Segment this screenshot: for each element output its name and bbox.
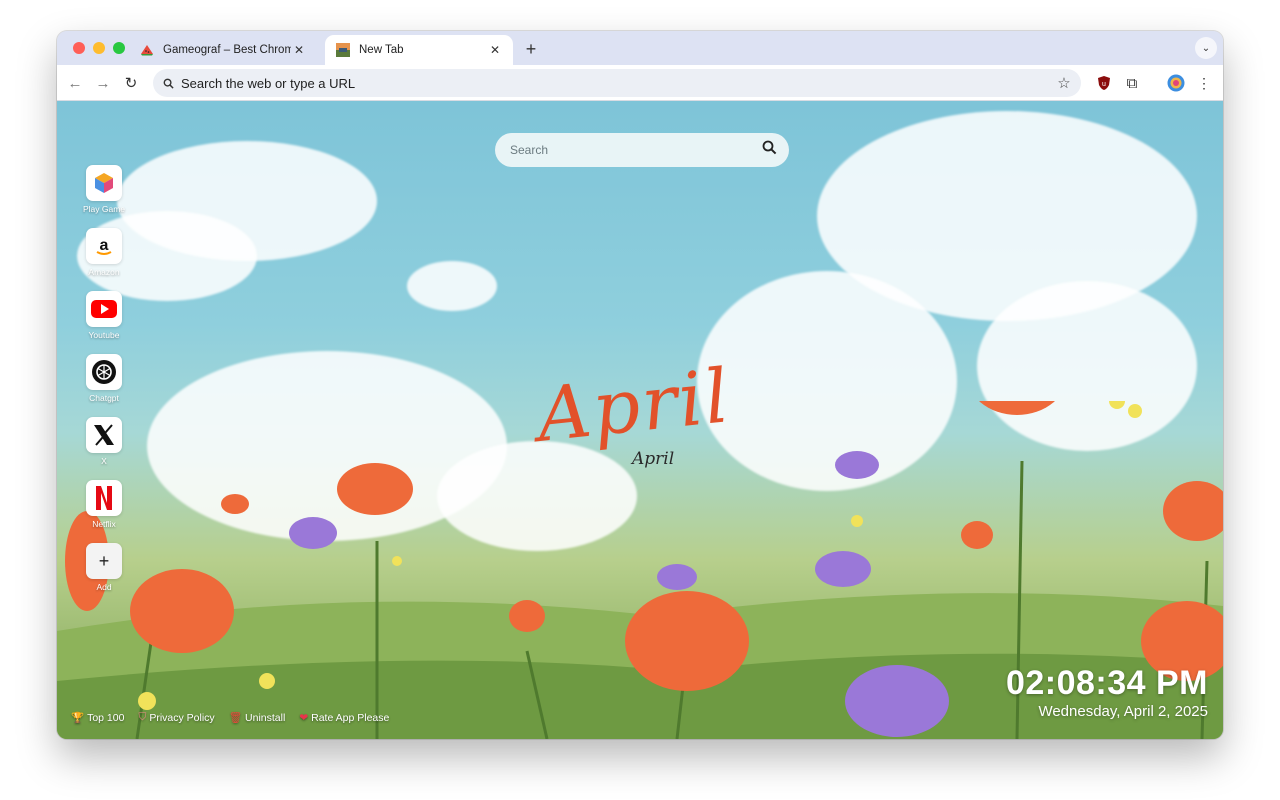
- shortcut-add[interactable]: + Add: [81, 543, 127, 606]
- footer-link-label: Privacy Policy: [149, 711, 215, 724]
- svg-text:a: a: [100, 237, 109, 254]
- profile-avatar[interactable]: [1165, 72, 1187, 94]
- shortcut-label: Amazon: [88, 267, 120, 277]
- footer-link-rate-app[interactable]: ❤ Rate App Please: [299, 711, 389, 724]
- shortcut-label: X: [101, 456, 107, 466]
- shortcut-list: Play Game a Amazon Youtube Chatgpt X Net…: [81, 165, 127, 606]
- tab-title: Gameograf – Best Chrome Lit: [163, 44, 291, 56]
- cube-icon: [86, 165, 122, 201]
- tab-new-tab[interactable]: New Tab ✕: [325, 35, 513, 65]
- reload-button[interactable]: ↻: [119, 71, 143, 95]
- shortcut-chatgpt[interactable]: Chatgpt: [81, 354, 127, 417]
- chevron-down-icon: ⌄: [1201, 42, 1211, 54]
- shortcut-label: Chatgpt: [89, 393, 119, 403]
- new-tab-button[interactable]: +: [519, 37, 543, 61]
- new-tab-page: Play Game a Amazon Youtube Chatgpt: [57, 101, 1223, 739]
- search-icon: [155, 70, 181, 96]
- bookmark-star-icon[interactable]: ☆: [1051, 70, 1077, 96]
- maximize-window-button[interactable]: [113, 42, 125, 54]
- plus-icon: +: [86, 543, 122, 579]
- address-input[interactable]: [181, 75, 1051, 91]
- footer-link-label: Uninstall: [245, 711, 286, 724]
- trash-icon: 🗑: [228, 712, 243, 724]
- shortcut-label: Youtube: [88, 330, 120, 340]
- amazon-icon: a: [86, 228, 122, 264]
- close-icon[interactable]: ✕: [291, 42, 307, 58]
- search-bar[interactable]: [495, 133, 789, 167]
- tab-strip: Gameograf – Best Chrome Lit ✕ New Tab ✕ …: [57, 31, 1223, 65]
- tab-title: New Tab: [359, 44, 404, 56]
- menu-kebab-icon[interactable]: ⋮: [1193, 72, 1215, 94]
- arrow-left-icon: ←: [67, 74, 83, 92]
- footer-link-top-100[interactable]: 🏆 Top 100: [71, 711, 125, 725]
- landscape-icon: [335, 42, 351, 58]
- shield-icon: ⛉: [138, 711, 147, 723]
- svg-text:u: u: [1102, 81, 1106, 88]
- search-input[interactable]: [510, 143, 762, 157]
- x-icon: [86, 417, 122, 453]
- clock-widget: 02:08:34 PM Wednesday, April 2, 2025: [1006, 663, 1208, 721]
- shortcut-play-game[interactable]: Play Game: [81, 165, 127, 228]
- youtube-icon: [86, 291, 122, 327]
- cloud-decoration: [407, 261, 497, 311]
- footer-links: 🏆 Top 100 ⛉ Privacy Policy 🗑 Uninstall ❤…: [71, 711, 389, 724]
- shortcut-amazon[interactable]: a Amazon: [81, 228, 127, 291]
- window-controls: [73, 42, 125, 54]
- shortcut-netflix[interactable]: Netflix: [81, 480, 127, 543]
- trophy-icon: 🏆: [71, 712, 85, 724]
- arrow-right-icon: →: [95, 74, 111, 92]
- clock-date: Wednesday, April 2, 2025: [1038, 703, 1208, 720]
- ublock-extension-icon[interactable]: u: [1093, 72, 1115, 94]
- minimize-window-button[interactable]: [93, 42, 105, 54]
- shortcut-label: Add: [96, 582, 112, 592]
- close-icon[interactable]: ✕: [487, 42, 503, 58]
- browser-window: Gameograf – Best Chrome Lit ✕ New Tab ✕ …: [57, 31, 1223, 739]
- tab-gameograf[interactable]: Gameograf – Best Chrome Lit ✕: [129, 35, 317, 65]
- search-icon[interactable]: [762, 140, 777, 160]
- forward-button[interactable]: →: [91, 71, 115, 95]
- footer-link-label: Rate App Please: [311, 711, 390, 724]
- browser-toolbar: ← → ↻ ☆ u ⧉ ⋮: [57, 65, 1223, 101]
- extensions-puzzle-icon[interactable]: ⧉: [1121, 72, 1143, 94]
- footer-link-uninstall[interactable]: 🗑 Uninstall: [228, 711, 286, 725]
- back-button[interactable]: ←: [63, 71, 87, 95]
- heart-icon: ❤: [299, 711, 309, 724]
- footer-link-privacy-policy[interactable]: ⛉ Privacy Policy: [138, 711, 214, 724]
- watermelon-icon: [139, 42, 155, 58]
- footer-link-label: Top 100: [87, 711, 125, 724]
- shortcut-youtube[interactable]: Youtube: [81, 291, 127, 354]
- address-bar[interactable]: ☆: [153, 69, 1081, 97]
- reload-icon: ↻: [124, 75, 138, 92]
- close-window-button[interactable]: [73, 42, 85, 54]
- shortcut-label: Netflix: [92, 519, 116, 529]
- netflix-icon: [86, 480, 122, 516]
- wallpaper-subtitle: April: [632, 449, 675, 469]
- tab-search-button[interactable]: ⌄: [1195, 37, 1217, 59]
- shortcut-label: Play Game: [82, 204, 126, 214]
- shortcut-x[interactable]: X: [81, 417, 127, 480]
- clock-time: 02:08:34 PM: [1005, 664, 1208, 702]
- chatgpt-icon: [86, 354, 122, 390]
